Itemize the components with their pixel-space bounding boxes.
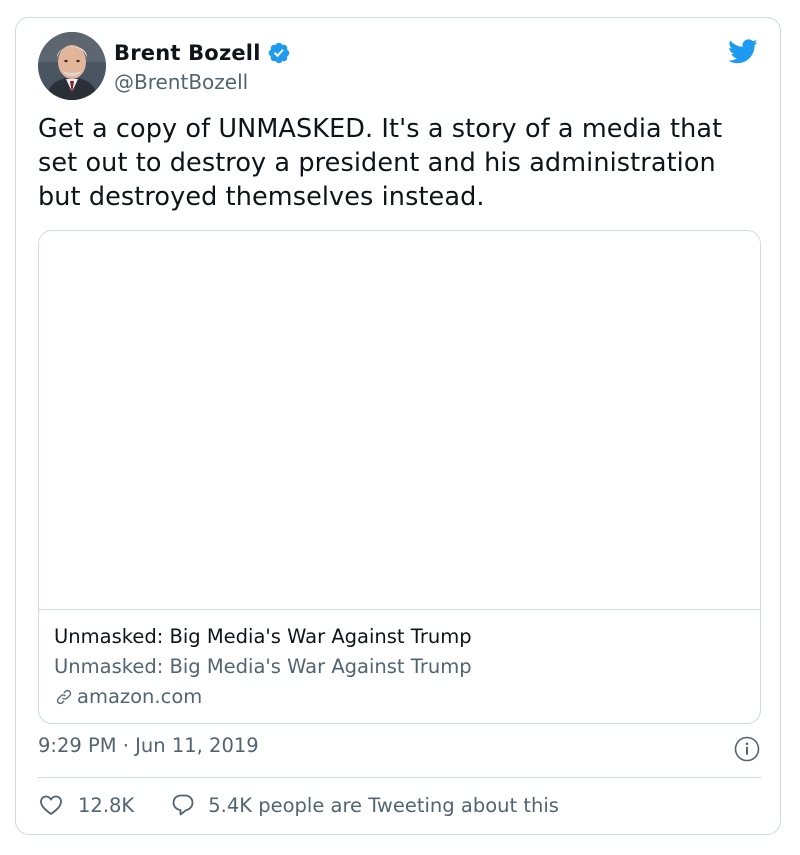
- tweet-card: Brent Bozell @BrentBozell Get a copy of …: [15, 17, 781, 835]
- link-preview-domain: amazon.com: [77, 685, 203, 708]
- heart-icon: [40, 795, 62, 815]
- like-button[interactable]: 12.8K: [38, 792, 134, 818]
- link-preview-title: Unmasked: Big Media's War Against Trump: [54, 625, 472, 648]
- verified-badge-icon: [268, 42, 289, 64]
- link-preview-meta: Unmasked: Big Media's War Against Trump …: [39, 610, 760, 712]
- speech-bubble-icon: [172, 794, 194, 816]
- tweet-text: Get a copy of UNMASKED. It's a story of …: [38, 114, 723, 212]
- link-preview-domain-row: amazon.com: [54, 682, 745, 712]
- link-preview-card[interactable]: Unmasked: Big Media's War Against Trump …: [38, 230, 761, 724]
- divider: [38, 777, 761, 778]
- link-preview-description: Unmasked: Big Media's War Against Trump: [54, 655, 472, 678]
- link-preview-image[interactable]: [39, 231, 760, 610]
- author-handle[interactable]: @BrentBozell: [114, 70, 291, 94]
- avatar-photo: [38, 32, 106, 100]
- tweet-author[interactable]: Brent Bozell @BrentBozell: [114, 38, 291, 94]
- author-display-name[interactable]: Brent Bozell: [114, 41, 261, 65]
- conversation-button[interactable]: 5.4K people are Tweeting about this: [170, 792, 559, 818]
- display-name-row: Brent Bozell: [114, 38, 291, 68]
- avatar[interactable]: [38, 32, 106, 100]
- twitter-bird-icon[interactable]: [726, 36, 760, 66]
- link-icon: [56, 689, 72, 705]
- tweet-actions: 12.8K 5.4K people are Tweeting about thi…: [38, 790, 559, 820]
- likes-count: 12.8K: [78, 793, 135, 817]
- info-icon[interactable]: [734, 736, 760, 762]
- conversation-text: 5.4K people are Tweeting about this: [208, 793, 559, 817]
- tweet-timestamp[interactable]: 9:29 PM · Jun 11, 2019: [38, 734, 259, 757]
